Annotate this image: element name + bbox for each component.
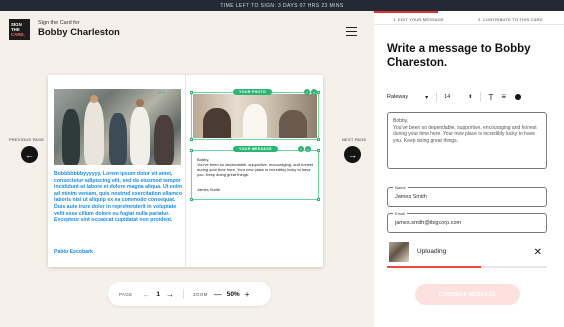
divider [183, 289, 184, 299]
time-left-banner: TIME LEFT TO SIGN: 3 DAYS 07 HRS 23 MINS [0, 0, 564, 11]
message-textarea-value: Bobby, You've been so dependable, suppor… [393, 118, 537, 144]
font-size-select[interactable]: 14 [444, 94, 450, 100]
your-photo-selection[interactable] [190, 91, 320, 141]
align-left-icon[interactable]: ≡ [501, 93, 506, 101]
hamburger-menu-icon[interactable] [346, 27, 357, 36]
logo-line: CARD. [11, 31, 25, 37]
message-signature: James Smith [197, 187, 221, 192]
zoom-in-button[interactable]: + [245, 290, 250, 299]
upload-status: Uploading [417, 248, 447, 255]
resize-handle[interactable] [317, 149, 320, 152]
arrow-left-icon: ← [25, 149, 34, 160]
resize-handle[interactable] [190, 138, 193, 141]
check-icon[interactable]: ✓ [304, 89, 310, 95]
upload-item: Uploading ✕ [387, 240, 547, 268]
email-field-value: james.smith@ibigcorp.com [395, 220, 462, 226]
upload-progress-bar [387, 266, 547, 268]
tab-contribute[interactable]: 2. CONTRIBUTE TO THIS CARD [478, 17, 543, 22]
photo-tag: JPT [158, 90, 166, 95]
name-field-label: Name [393, 185, 408, 190]
card-fold-divider [185, 75, 186, 267]
divider [480, 92, 482, 102]
panel-title: Write a message to Bobby Chareston. [387, 43, 531, 69]
contributor-message[interactable]: Bobbbbbbbyyyyyy, Lorem ipsum dolor sit a… [54, 171, 184, 224]
card-spread: JPT Bobbbbbbbyyyyyy, Lorem ipsum dolor s… [48, 75, 323, 267]
font-dropdown-icon[interactable]: ▾ [425, 94, 428, 101]
active-tab-indicator [374, 11, 438, 13]
close-icon[interactable]: × [311, 89, 317, 95]
page-zoom-controls: PAGE ← 1 → ZOOM — 50% + [108, 282, 271, 306]
cancel-upload-icon[interactable]: ✕ [534, 247, 542, 258]
page-label: PAGE [119, 291, 133, 297]
font-family-select[interactable]: Raleway [387, 94, 408, 100]
resize-handle[interactable] [190, 198, 193, 201]
upload-progress-fill [387, 266, 482, 268]
header-subtitle: Sign the Card for [38, 20, 80, 26]
recipient-name: Bobby Charleston [38, 27, 120, 38]
upload-thumbnail [389, 242, 409, 262]
name-field-value: James Smith [395, 194, 427, 200]
zoom-value: 50% [226, 290, 240, 298]
your-message-pill: YOUR MESSAGE [233, 146, 278, 152]
page-number: 1 [156, 290, 160, 298]
page-header: SIGN THE CARD. Sign the Card for Bobby C… [0, 11, 374, 47]
text-style-icon[interactable]: T [488, 93, 493, 102]
zoom-out-button[interactable]: — [214, 290, 222, 299]
resize-handle[interactable] [317, 138, 320, 141]
your-photo-pill: YOUR PHOTO [233, 89, 273, 95]
card-canvas-area: SIGN THE CARD. Sign the Card for Bobby C… [0, 11, 374, 327]
resize-handle[interactable] [190, 149, 193, 152]
tab-edit-message[interactable]: 1. EDIT YOUR MESSAGE [393, 17, 444, 22]
contributor-signature: Pablo Escobark [54, 249, 93, 255]
your-message-selection[interactable]: Bobby, You've been so dependable, suppor… [190, 149, 320, 201]
page-prev-icon[interactable]: ← [142, 290, 150, 299]
text-format-toolbar: Raleway ▾ 14 ⬍ T ≡ [387, 89, 552, 105]
your-photo [193, 94, 317, 138]
step-tabs: 1. EDIT YOUR MESSAGE 2. CONTRIBUTE TO TH… [374, 11, 564, 25]
message-textarea[interactable]: Bobby, You've been so dependable, suppor… [387, 112, 547, 169]
resize-handle[interactable] [317, 198, 320, 201]
sign-the-card-logo[interactable]: SIGN THE CARD. [9, 18, 30, 40]
continue-message-button[interactable]: CONTINUE MESSAGE [415, 284, 520, 305]
previous-page-button[interactable]: ← [21, 146, 38, 163]
group-photo[interactable] [54, 89, 181, 165]
email-field-label: Email [393, 211, 408, 216]
next-page-label: NEXT PAGE [342, 137, 367, 142]
message-editor-panel: 1. EDIT YOUR MESSAGE 2. CONTRIBUTE TO TH… [374, 11, 564, 327]
arrow-right-icon: → [348, 149, 357, 160]
time-left-text: TIME LEFT TO SIGN: 3 DAYS 07 HRS 23 MINS [220, 2, 344, 9]
check-icon[interactable]: ✓ [298, 146, 304, 152]
message-body: You've been so dependable, supportive, e… [197, 162, 314, 177]
resize-handle[interactable] [317, 91, 320, 94]
next-page-button[interactable]: → [344, 146, 361, 163]
resize-handle[interactable] [190, 91, 193, 94]
text-color-icon[interactable] [515, 94, 521, 100]
divider [436, 92, 438, 102]
email-field[interactable]: Email james.smith@ibigcorp.com [387, 211, 547, 233]
your-message-text: Bobby, You've been so dependable, suppor… [197, 157, 315, 177]
previous-page-label: PREVIOUS PAGE [9, 137, 45, 142]
close-icon[interactable]: × [305, 146, 311, 152]
header-text: Sign the Card for Bobby Charleston [38, 20, 120, 38]
zoom-label: ZOOM [193, 291, 208, 297]
name-field[interactable]: Name James Smith [387, 185, 547, 207]
page-next-icon[interactable]: → [166, 290, 174, 299]
stepper-icon[interactable]: ⬍ [468, 94, 472, 100]
